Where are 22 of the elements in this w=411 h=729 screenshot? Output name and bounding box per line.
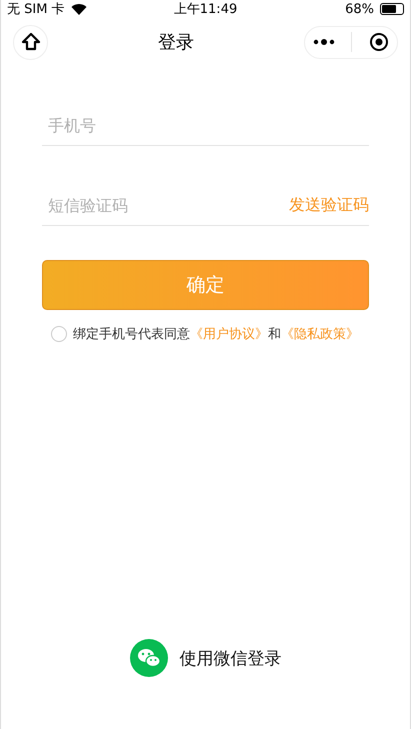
- clock-text: 上午11:49: [174, 1, 238, 18]
- user-agreement-link[interactable]: 《用户协议》: [190, 327, 268, 342]
- chat-bubbles-icon: [130, 639, 168, 677]
- close-button[interactable]: [368, 32, 389, 52]
- more-icon: [313, 38, 336, 46]
- send-code-button[interactable]: 发送验证码: [289, 195, 369, 216]
- agreement-text: 绑定手机号代表同意《用户协议》和《隐私政策》: [73, 326, 359, 343]
- agreement-checkbox[interactable]: [51, 326, 67, 342]
- phone-field[interactable]: 手机号: [42, 116, 369, 135]
- more-button[interactable]: [313, 38, 336, 46]
- home-button[interactable]: [13, 24, 48, 60]
- wifi-icon: [70, 3, 87, 15]
- home-icon: [20, 32, 40, 52]
- confirm-button[interactable]: 确定: [42, 260, 369, 310]
- target-icon: [368, 32, 389, 52]
- battery-icon: [380, 3, 404, 15]
- code-field[interactable]: 短信验证码: [42, 196, 289, 215]
- privacy-policy-link[interactable]: 《隐私政策》: [281, 327, 359, 342]
- carrier-text: 无 SIM 卡: [7, 1, 65, 18]
- battery-percent: 68%: [345, 2, 374, 16]
- page-title: 登录: [158, 31, 194, 54]
- wechat-login-button[interactable]: 使用微信登录: [130, 639, 282, 677]
